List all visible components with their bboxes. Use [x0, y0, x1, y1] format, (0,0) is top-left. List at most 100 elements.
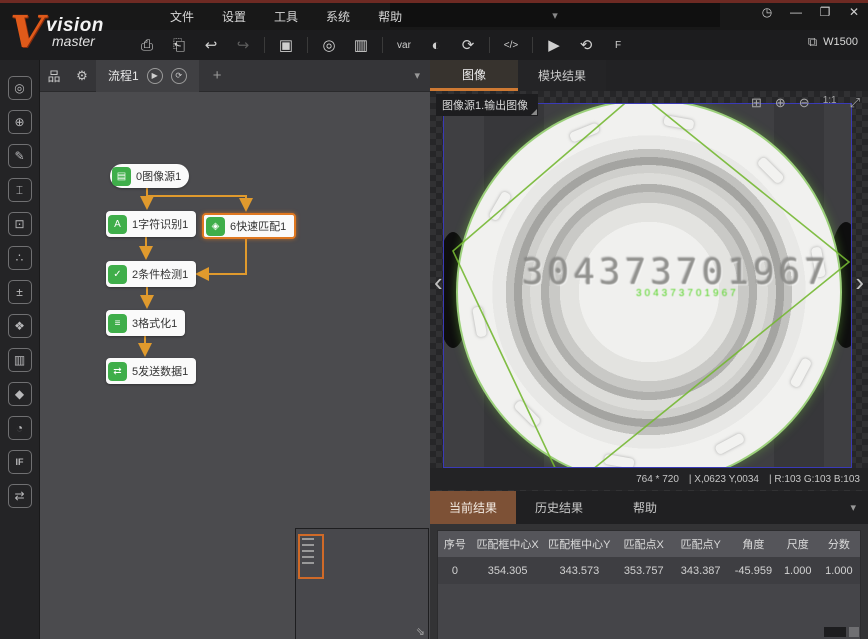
- node-icon: ◈: [206, 217, 225, 236]
- titlebar-dropdown[interactable]: ▾: [390, 3, 720, 27]
- minimap-resize-icon[interactable]: ⇘: [416, 625, 425, 638]
- wrench-icon[interactable]: ⚙: [68, 68, 96, 84]
- node-icon: ⇄: [108, 362, 127, 381]
- table-cell: -45.959: [729, 557, 778, 584]
- actual-size-icon[interactable]: 1:1: [823, 95, 837, 111]
- hierarchy-icon[interactable]: 品: [40, 66, 68, 85]
- next-image-arrow[interactable]: ›: [855, 267, 864, 298]
- scrollbar-horizontal[interactable]: [824, 627, 846, 637]
- logo-v-icon: V: [10, 7, 44, 58]
- toolbar-divider: [382, 37, 383, 53]
- fullscreen-icon[interactable]: ⤢: [850, 95, 860, 111]
- table-header-cell: 匹配点X: [615, 531, 672, 557]
- save-icon[interactable]: ⎙: [134, 34, 160, 56]
- zoom-in-icon[interactable]: ⊕: [775, 95, 786, 111]
- table-cell: 0: [438, 557, 472, 584]
- undo-icon[interactable]: ↩: [198, 34, 224, 56]
- tool-sidebar: ◎ ⊕ ✎ ⌶ ⊡ ∴ ± ❖ ▥ ◆ ◔ IF ⇄: [0, 60, 40, 639]
- script-icon[interactable]: </>: [498, 34, 524, 56]
- image-adjust-icon[interactable]: ◐: [423, 34, 449, 56]
- table-cell: 343.573: [543, 557, 615, 584]
- menu-item-3[interactable]: 系统: [326, 8, 350, 25]
- table-cell: 353.757: [615, 557, 672, 584]
- scrollbar-corner[interactable]: [849, 627, 859, 637]
- flow-minimap[interactable]: ⇘: [295, 528, 429, 639]
- result-tabs-chevron-icon[interactable]: ▾: [850, 501, 856, 514]
- image-statusbar: 764 * 720 | X,0623 Y,0034 | R:103 G:103 …: [430, 468, 868, 490]
- flow-header-chevron-icon[interactable]: ▾: [414, 69, 420, 82]
- zoom-out-icon[interactable]: ⊖: [799, 95, 810, 111]
- redo-icon: ↪: [230, 34, 256, 56]
- data-transfer-icon[interactable]: ⇄: [8, 484, 32, 508]
- workspace-selector[interactable]: ⧉ W1500: [808, 34, 858, 50]
- minimize-icon[interactable]: —: [788, 5, 804, 19]
- table-row[interactable]: 0354.305343.573353.757343.387-45.9591.00…: [438, 557, 860, 584]
- image-settings-icon[interactable]: ❖: [8, 314, 32, 338]
- folder-icon: ⧉: [808, 34, 817, 50]
- menu-item-0[interactable]: 文件: [170, 8, 194, 25]
- run-once-icon[interactable]: ▶: [541, 34, 567, 56]
- clock-icon[interactable]: ◷: [759, 5, 775, 19]
- pixel-rgb: | R:103 G:103 B:103: [769, 474, 860, 485]
- result-tab-2[interactable]: 帮助: [602, 491, 688, 524]
- node-label: 5发送数据1: [132, 363, 188, 379]
- camera-icon[interactable]: ◎: [316, 34, 342, 56]
- flow-node[interactable]: ▤0图像源1: [110, 164, 189, 188]
- minimap-viewport[interactable]: [298, 534, 324, 579]
- flow-panel: 品 ⚙ 流程1 ▶ ⟳ + ▾ ▤0图像源1 A1字符识别1 ◈ 6快速匹配1 ✓2条件…: [40, 60, 430, 639]
- histogram-icon[interactable]: ▥: [8, 348, 32, 372]
- flow-node[interactable]: ◈ 6快速匹配1: [202, 213, 296, 239]
- result-body: 序号匹配框中心X匹配框中心Y匹配点X匹配点Y角度尺度分数 0354.305343…: [430, 524, 868, 639]
- scatter-measure-icon[interactable]: ∴: [8, 246, 32, 270]
- menu-item-1[interactable]: 设置: [222, 8, 246, 25]
- calculator-icon[interactable]: ±: [8, 280, 32, 304]
- viewer-tab-1[interactable]: 模块结果: [518, 60, 606, 91]
- image-viewer[interactable]: 图像源1.输出图像 ⊞ ⊕ ⊖ 1:1 ⤢ 304373701967 304373701…: [430, 91, 868, 491]
- result-tab-1[interactable]: 历史结果: [516, 491, 602, 524]
- node-label: 1字符识别1: [132, 216, 188, 232]
- node-label: 6快速匹配1: [230, 218, 286, 234]
- format-icon[interactable]: F: [605, 34, 631, 56]
- viewer-tab-0[interactable]: 图像: [430, 60, 518, 91]
- add-flow-button[interactable]: +: [213, 67, 222, 84]
- flow-node[interactable]: A1字符识别1: [106, 211, 196, 237]
- flow-node[interactable]: ≡3格式化1: [106, 310, 185, 336]
- image-edit-icon[interactable]: ✎: [8, 144, 32, 168]
- location-target-icon[interactable]: ⊕: [8, 110, 32, 134]
- table-header-cell: 分数: [818, 531, 860, 557]
- flow-edge: [147, 188, 246, 209]
- ocr-text-icon[interactable]: ⌶: [8, 178, 32, 202]
- workspace-label: W1500: [823, 36, 858, 48]
- flow-run-once-icon[interactable]: ▶: [147, 68, 163, 84]
- prev-image-arrow[interactable]: ‹: [434, 267, 443, 298]
- flow-node[interactable]: ⇄ 5发送数据1: [106, 358, 196, 384]
- color-fill-icon[interactable]: ◆: [8, 382, 32, 406]
- module-list-icon[interactable]: ▥: [348, 34, 374, 56]
- save-project-icon[interactable]: ▣: [273, 34, 299, 56]
- close-icon[interactable]: ✕: [846, 5, 862, 19]
- global-trigger-icon[interactable]: ⟳: [455, 34, 481, 56]
- menu-item-2[interactable]: 工具: [274, 8, 298, 25]
- timer-icon[interactable]: ◔: [8, 416, 32, 440]
- focus-region-icon[interactable]: ⊡: [8, 212, 32, 236]
- if-logic-icon[interactable]: IF: [8, 450, 32, 474]
- flow-tab[interactable]: 流程1 ▶ ⟳: [96, 60, 199, 92]
- menu-item-4[interactable]: 帮助: [378, 8, 402, 25]
- run-continuous-icon[interactable]: ⟲: [573, 34, 599, 56]
- result-table: 序号匹配框中心X匹配框中心Y匹配点X匹配点Y角度尺度分数 0354.305343…: [438, 531, 860, 584]
- fit-view-icon[interactable]: ⊞: [751, 95, 762, 111]
- variable-icon[interactable]: var: [391, 34, 417, 56]
- image-source-dropdown[interactable]: 图像源1.输出图像: [436, 94, 538, 116]
- restore-icon[interactable]: ❐: [817, 5, 833, 19]
- result-table-wrap[interactable]: 序号匹配框中心X匹配框中心Y匹配点X匹配点Y角度尺度分数 0354.305343…: [437, 530, 861, 639]
- image-canvas[interactable]: 304373701967 304373701967: [443, 103, 852, 468]
- logo-line2: master: [52, 33, 95, 49]
- flow-node[interactable]: ✓2条件检测1: [106, 261, 196, 287]
- acquire-camera-icon[interactable]: ◎: [8, 76, 32, 100]
- result-tab-0[interactable]: 当前结果: [430, 491, 516, 524]
- open-icon[interactable]: ⎗: [166, 34, 192, 56]
- result-tabs: 当前结果历史结果帮助 ▾: [430, 491, 868, 524]
- right-panel: 图像模块结果 图像源1.输出图像 ⊞ ⊕ ⊖ 1:1 ⤢ 304373701967 30…: [430, 60, 868, 639]
- flow-canvas[interactable]: ▤0图像源1 A1字符识别1 ◈ 6快速匹配1 ✓2条件检测1 ≡3格式化1 ⇄ 5发送数据1…: [40, 92, 430, 639]
- flow-run-loop-icon[interactable]: ⟳: [171, 68, 187, 84]
